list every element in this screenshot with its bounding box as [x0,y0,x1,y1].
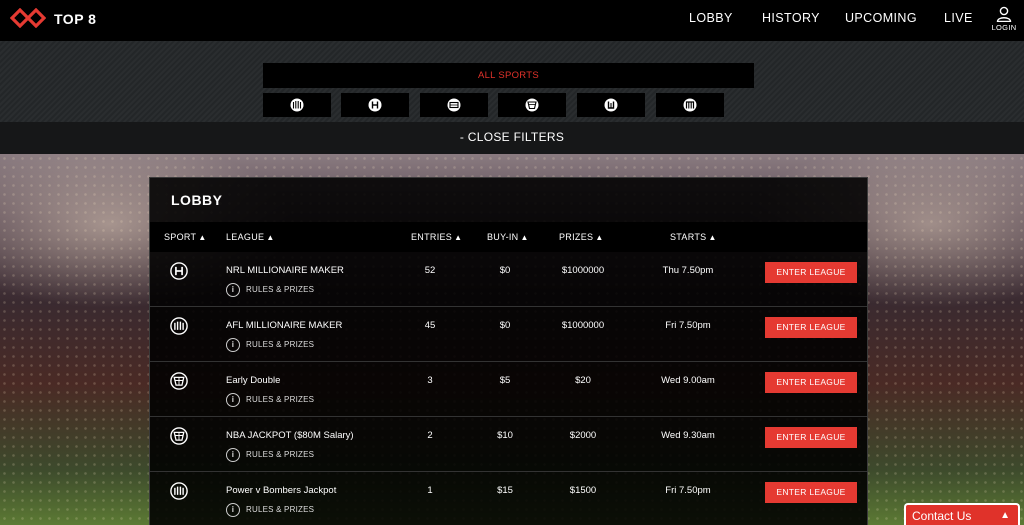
close-filters-button[interactable]: - CLOSE FILTERS [0,122,1024,154]
prizes-value: $1000000 [561,265,605,276]
table-row: NBA JACKPOT ($80M Salary) i RULES & PRIZE… [150,417,867,472]
filter-union-button[interactable] [577,93,645,117]
nav-lobby[interactable]: LOBBY [689,11,733,25]
entries-value: 1 [427,485,433,496]
league-name: AFL MILLIONAIRE MAKER [226,320,343,331]
nav-live[interactable]: LIVE [944,11,973,25]
info-icon: i [226,283,240,297]
sport-icon-cell [170,262,188,285]
login-label: LOGIN [991,23,1017,32]
starts-value: Fri 7.50pm [665,485,711,496]
league-name: NRL MILLIONAIRE MAKER [226,265,344,276]
enter-league-button[interactable]: ENTER LEAGUE [765,262,857,283]
top8-logo-icon[interactable] [10,8,46,28]
afl-icon [170,482,188,500]
lobby-table-header: SPORT ▲︎ LEAGUE ▲︎ ENTRIES ▲︎ BUY-IN ▲︎ PRIZ… [150,222,867,252]
table-row: NRL MILLIONAIRE MAKER i RULES & PRIZES 52… [150,252,867,307]
league-name: Early Double [226,375,281,386]
starts-value: Wed 9.00am [661,375,715,386]
rules-prizes-link[interactable]: i RULES & PRIZES [226,338,314,352]
basketball-icon [525,98,539,112]
buyin-value: $10 [497,430,513,441]
afl-icon [170,317,188,335]
sort-icon: ▲︎ [454,233,463,242]
rules-prizes-link[interactable]: i RULES & PRIZES [226,503,314,517]
enter-league-button[interactable]: ENTER LEAGUE [765,317,857,338]
union-icon [604,98,618,112]
filter-afl-button[interactable] [263,93,331,117]
starts-value: Thu 7.50pm [662,265,714,276]
rules-prizes-link[interactable]: i RULES & PRIZES [226,393,314,407]
sort-icon: ▲︎ [595,233,604,242]
chevron-up-icon: ▲︎ [1000,510,1010,521]
buyin-value: $0 [499,320,511,331]
lobby-title: LOBBY [171,192,223,208]
prizes-value: $1000000 [561,320,605,331]
prizes-value: $1500 [569,485,597,496]
sport-filters: ALL SPORTS [0,41,1024,122]
sort-starts-header[interactable]: STARTS ▲︎ [670,232,717,242]
enter-league-button[interactable]: ENTER LEAGUE [765,482,857,503]
league-name: NBA JACKPOT ($80M Salary) [226,430,354,441]
enter-league-button[interactable]: ENTER LEAGUE [765,372,857,393]
entries-value: 3 [427,375,433,386]
filter-soccer-button[interactable] [420,93,488,117]
sport-icon-cell [170,372,188,395]
table-row: Power v Bombers Jackpot i RULES & PRIZES … [150,472,867,525]
rules-prizes-link[interactable]: i RULES & PRIZES [226,448,314,462]
sport-icon-cell [170,427,188,450]
prizes-value: $20 [575,375,591,386]
info-icon: i [226,338,240,352]
buyin-value: $5 [499,375,511,386]
table-row: Early Double i RULES & PRIZES 3 $5 $20 We… [150,362,867,417]
buyin-value: $15 [497,485,513,496]
league-name: Power v Bombers Jackpot [226,485,337,496]
nrl-icon [368,98,382,112]
soccer-icon [447,98,461,112]
table-row: AFL MILLIONAIRE MAKER i RULES & PRIZES 45… [150,307,867,362]
afl-icon [290,98,304,112]
rules-prizes-link[interactable]: i RULES & PRIZES [226,283,314,297]
sort-buyin-header[interactable]: BUY-IN ▲︎ [487,232,529,242]
sort-icon: ▲︎ [520,233,529,242]
contact-us-label: Contact Us [912,509,972,523]
sport-icon-cell [170,482,188,505]
sort-sport-header[interactable]: SPORT ▲︎ [164,232,207,242]
nrl-icon [170,262,188,280]
sport-icon-cell [170,317,188,340]
sort-icon: ▲︎ [708,233,717,242]
filter-cricket-button[interactable] [656,93,724,117]
basketball-icon [170,427,188,445]
sort-league-header[interactable]: LEAGUE ▲︎ [226,232,275,242]
filter-nrl-button[interactable] [341,93,409,117]
basketball-icon [170,372,188,390]
nav-history[interactable]: HISTORY [762,11,820,25]
enter-league-button[interactable]: ENTER LEAGUE [765,427,857,448]
user-icon [996,6,1012,22]
login-button[interactable]: LOGIN [989,6,1019,32]
entries-value: 45 [424,320,436,331]
nav-upcoming[interactable]: UPCOMING [845,11,917,25]
entries-value: 52 [424,265,436,276]
all-sports-filter[interactable]: ALL SPORTS [263,63,754,88]
starts-value: Fri 7.50pm [665,320,711,331]
filter-basketball-button[interactable] [498,93,566,117]
info-icon: i [226,503,240,517]
contact-us-button[interactable]: Contact Us ▲︎ [904,503,1020,525]
prizes-value: $2000 [569,430,597,441]
cricket-icon [683,98,697,112]
info-icon: i [226,448,240,462]
sort-entries-header[interactable]: ENTRIES ▲︎ [411,232,462,242]
sort-icon: ▲︎ [266,233,275,242]
top-nav-bar: TOP 8 LOBBY HISTORY UPCOMING LIVE LOGIN [0,0,1024,41]
info-icon: i [226,393,240,407]
entries-value: 2 [427,430,433,441]
sort-prizes-header[interactable]: PRIZES ▲︎ [559,232,604,242]
buyin-value: $0 [499,265,511,276]
brand-name[interactable]: TOP 8 [54,11,96,27]
starts-value: Wed 9.30am [661,430,715,441]
lobby-panel: LOBBY SPORT ▲︎ LEAGUE ▲︎ ENTRIES ▲︎ BUY-IN ▲… [149,177,868,525]
sort-icon: ▲︎ [198,233,207,242]
